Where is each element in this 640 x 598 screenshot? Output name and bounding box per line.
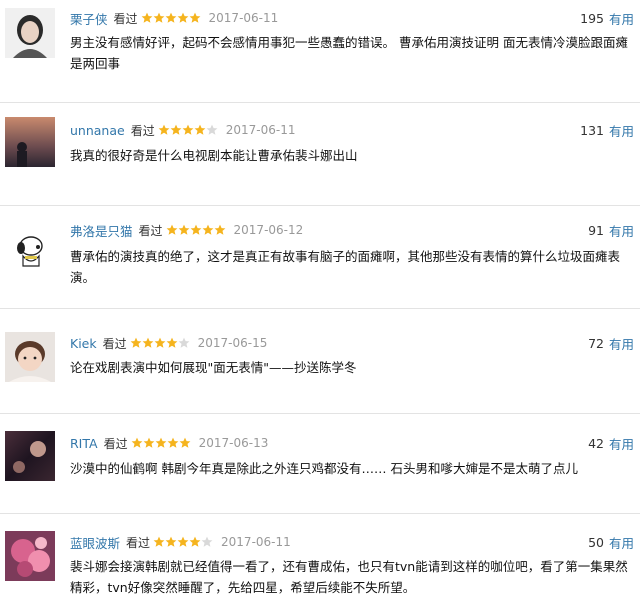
star-filled-icon xyxy=(141,12,152,23)
review-text: 曹承佑的演技真的绝了，这才是真正有故事有脑子的面瘫啊，其他那些没有表情的算什么垃… xyxy=(70,249,621,285)
star-empty-icon xyxy=(178,337,190,348)
watched-label: 看过 xyxy=(130,123,155,138)
useful-count: 195 xyxy=(580,10,604,26)
user-avatar[interactable] xyxy=(5,8,55,58)
username-link[interactable]: 弗洛是只猫 xyxy=(70,221,133,240)
review-item: RITA 看过 2017-06-13 42 有用 沙漠中的仙鹤啊 韩剧今年真是除… xyxy=(0,414,640,514)
star-rating xyxy=(131,437,191,449)
review-text: 论在戏剧表演中如何展现"面无表情"——抄送陈学冬 xyxy=(70,360,357,375)
review-date: 2017-06-15 xyxy=(197,336,268,350)
star-filled-icon xyxy=(182,124,194,135)
star-filled-icon xyxy=(142,337,154,348)
useful-button[interactable]: 有用 xyxy=(609,9,634,28)
username-link[interactable]: RITA xyxy=(70,436,98,451)
useful-button[interactable]: 有用 xyxy=(609,221,634,240)
review-date: 2017-06-11 xyxy=(208,11,279,25)
star-filled-icon xyxy=(143,437,155,448)
review-item: 蓝眼波斯 看过 2017-06-11 50 有用 裴斗娜会接演韩剧就已经值得一看… xyxy=(0,514,640,597)
watched-label: 看过 xyxy=(102,336,127,351)
review-text: 男主没有感情好评，起码不会感情用事犯一些愚蠢的错误。 曹承佑用演技证明 面无表情… xyxy=(70,35,628,71)
star-filled-icon xyxy=(165,12,176,23)
user-avatar[interactable] xyxy=(5,431,55,481)
username-link[interactable]: 栗子侠 xyxy=(70,9,108,28)
username-link[interactable]: unnanae xyxy=(70,123,125,138)
star-filled-icon xyxy=(155,437,167,448)
review-text: 裴斗娜会接演韩剧就已经值得一看了，还有曹成佑，也只有tvn能请到这样的咖位吧，看… xyxy=(70,559,628,595)
star-filled-icon xyxy=(179,437,191,448)
watched-label: 看过 xyxy=(126,535,151,550)
star-rating xyxy=(141,12,201,24)
star-rating xyxy=(158,124,218,136)
star-filled-icon xyxy=(214,224,225,235)
star-rating xyxy=(130,337,190,349)
star-filled-icon xyxy=(158,124,170,135)
watched-label: 看过 xyxy=(138,223,163,238)
star-filled-icon xyxy=(177,536,189,547)
review-date: 2017-06-13 xyxy=(198,436,269,450)
star-filled-icon xyxy=(153,12,164,23)
watched-label: 看过 xyxy=(113,11,138,26)
star-filled-icon xyxy=(194,124,206,135)
review-date: 2017-06-11 xyxy=(225,123,296,137)
star-filled-icon xyxy=(170,124,182,135)
review-text: 我真的很好奇是什么电视剧本能让曹承佑裴斗娜出山 xyxy=(70,148,358,163)
star-filled-icon xyxy=(154,337,166,348)
star-filled-icon xyxy=(131,437,143,448)
star-empty-icon xyxy=(201,536,213,547)
review-item: 栗子侠 看过 2017-06-11 195 有用 男主没有感情好评，起码不会感情… xyxy=(0,0,640,103)
user-avatar[interactable] xyxy=(5,224,55,274)
review-item: Kiek 看过 2017-06-15 72 有用 论在戏剧表演中如何展现"面无表… xyxy=(0,309,640,414)
watched-label: 看过 xyxy=(103,436,128,451)
star-rating xyxy=(166,224,226,236)
star-filled-icon xyxy=(167,437,179,448)
star-filled-icon xyxy=(166,337,178,348)
star-filled-icon xyxy=(189,12,200,23)
useful-button[interactable]: 有用 xyxy=(609,121,634,140)
useful-count: 91 xyxy=(588,222,604,238)
star-filled-icon xyxy=(166,224,177,235)
useful-count: 42 xyxy=(588,435,604,451)
star-rating xyxy=(153,536,213,548)
useful-button[interactable]: 有用 xyxy=(609,334,634,353)
user-avatar[interactable] xyxy=(5,117,55,167)
star-empty-icon xyxy=(206,124,218,135)
review-date: 2017-06-11 xyxy=(221,535,291,549)
star-filled-icon xyxy=(153,536,165,547)
star-filled-icon xyxy=(165,536,177,547)
star-filled-icon xyxy=(189,536,201,547)
username-link[interactable]: 蓝眼波斯 xyxy=(70,533,120,552)
star-filled-icon xyxy=(130,337,142,348)
useful-count: 50 xyxy=(588,534,604,550)
user-avatar[interactable] xyxy=(5,332,55,382)
username-link[interactable]: Kiek xyxy=(70,336,97,351)
review-date: 2017-06-12 xyxy=(233,223,304,237)
useful-count: 131 xyxy=(580,122,604,138)
star-filled-icon xyxy=(178,224,189,235)
useful-count: 72 xyxy=(588,335,604,351)
star-filled-icon xyxy=(177,12,188,23)
review-text: 沙漠中的仙鹤啊 韩剧今年真是除此之外连只鸡都没有…… 石头男和嗲大婶是不是太萌了… xyxy=(70,461,578,476)
useful-button[interactable]: 有用 xyxy=(609,533,634,552)
user-avatar[interactable] xyxy=(5,531,55,581)
star-filled-icon xyxy=(202,224,213,235)
review-item: unnanae 看过 2017-06-11 131 有用 我真的很好奇是什么电视… xyxy=(0,103,640,206)
star-filled-icon xyxy=(190,224,201,235)
review-item: 弗洛是只猫 看过 2017-06-12 91 有用 曹承佑的演技真的绝了，这才是… xyxy=(0,206,640,309)
useful-button[interactable]: 有用 xyxy=(609,434,634,453)
